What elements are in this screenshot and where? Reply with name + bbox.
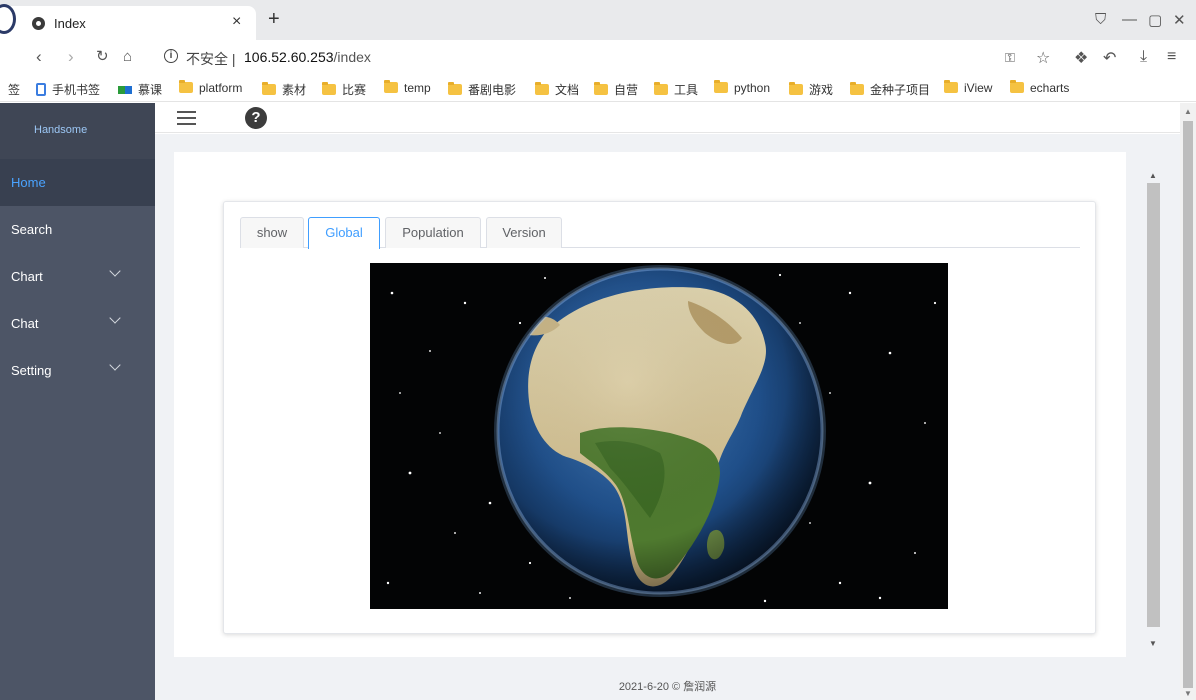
close-window-button[interactable]: ✕: [1173, 11, 1186, 29]
bookmark-folder[interactable]: 比赛: [322, 81, 366, 98]
info-icon[interactable]: i: [164, 49, 178, 63]
home-icon[interactable]: ⌂: [123, 48, 132, 66]
maximize-button[interactable]: ▢: [1148, 11, 1162, 29]
bookmarks-bar: 签 手机书签 慕课 platform 素材 比赛 temp 番剧电影 文档 自营…: [0, 76, 1196, 102]
address-bar: ‹ › ↻ ⌂ i 不安全 | 106.52.60.253/index ⚿ ☆ …: [0, 40, 1196, 76]
sidebar-item-search[interactable]: Search: [0, 206, 155, 253]
bookmark-folder[interactable]: platform: [179, 80, 242, 95]
panel-scrollbar[interactable]: ▲ ▼: [1143, 167, 1161, 672]
folder-icon: [944, 80, 958, 93]
browser-tab-strip: Index × + ⛉ — ▢ ✕: [0, 0, 1196, 40]
brand-header: Handsome: [0, 103, 155, 159]
bookmark-folder[interactable]: iView: [944, 80, 992, 95]
sidebar-item-label: Home: [11, 175, 46, 190]
bookmark-folder[interactable]: echarts: [1010, 80, 1069, 95]
sidebar-item-label: Chart: [11, 269, 43, 284]
star-icon[interactable]: ☆: [1036, 48, 1050, 68]
bookmark-folder[interactable]: python: [714, 80, 770, 95]
folder-icon: [1010, 80, 1024, 93]
mooc-icon: [118, 86, 132, 94]
sidebar-item-label: Search: [11, 222, 53, 237]
bookmark-folder[interactable]: 金种子项目: [850, 81, 930, 98]
menu-icon[interactable]: ≡: [1167, 48, 1176, 66]
scrollbar-thumb[interactable]: [1147, 183, 1160, 627]
tab-title: Index: [54, 16, 86, 31]
folder-icon: [179, 80, 193, 93]
globe-view[interactable]: [370, 263, 948, 609]
back-icon[interactable]: ‹: [36, 48, 42, 66]
footer-text: 2021-6-20 © 詹润源: [618, 681, 717, 693]
brand-name: Handsome: [34, 124, 88, 136]
bookmark-folder[interactable]: 自营: [594, 81, 638, 98]
bookmark-folder[interactable]: 番剧电影: [448, 81, 516, 98]
url-host: 106.52.60.253: [244, 49, 334, 65]
sidebar-item-setting[interactable]: Setting: [0, 347, 155, 394]
key-icon[interactable]: ⚿: [1005, 50, 1015, 66]
scroll-up-icon[interactable]: ▲: [1149, 171, 1157, 180]
bookmark-folder[interactable]: 游戏: [789, 81, 833, 98]
browser-tab[interactable]: Index ×: [0, 4, 256, 40]
bookmark-mobile[interactable]: 手机书签: [36, 81, 100, 98]
bookmark-mooc[interactable]: 慕课: [118, 81, 162, 98]
download-icon[interactable]: ⤓: [1140, 48, 1147, 66]
page-scrollbar[interactable]: ▲ ▼: [1180, 103, 1196, 700]
security-label[interactable]: 不安全 |: [186, 49, 236, 69]
folder-icon: [322, 82, 336, 95]
bookmark-folder[interactable]: 工具: [654, 81, 698, 98]
folder-icon: [448, 82, 462, 95]
sidebar-item-label: Setting: [11, 363, 52, 378]
url-field[interactable]: 106.52.60.253/index: [244, 49, 371, 65]
new-tab-button[interactable]: +: [268, 9, 280, 29]
phone-icon: [36, 83, 46, 96]
folder-icon: [384, 80, 398, 93]
folder-icon: [262, 82, 276, 95]
help-icon[interactable]: ?: [245, 107, 267, 129]
bookmark-folder[interactable]: 素材: [262, 81, 306, 98]
earth-globe-image: [386, 265, 937, 603]
minimize-button[interactable]: —: [1122, 11, 1137, 28]
scroll-down-icon[interactable]: ▼: [1184, 689, 1192, 698]
tab-favicon-icon: [32, 17, 45, 30]
shield-icon[interactable]: ⛉: [1095, 11, 1106, 28]
reload-icon[interactable]: ↻: [96, 48, 109, 66]
sidebar-item-chart[interactable]: Chart: [0, 253, 155, 300]
folder-icon: [850, 82, 864, 95]
chevron-down-icon: [109, 359, 121, 371]
tab-population[interactable]: Population: [385, 217, 481, 248]
undo-icon[interactable]: ↶: [1103, 48, 1116, 68]
hamburger-menu-icon[interactable]: [177, 111, 196, 125]
scroll-down-icon[interactable]: ▼: [1149, 639, 1157, 648]
scrollbar-thumb[interactable]: [1183, 121, 1193, 688]
folder-icon: [789, 82, 803, 95]
top-header: ?: [155, 103, 1180, 133]
chevron-down-icon: [109, 312, 121, 324]
sidebar: Handsome Home Search Chart Chat Setting: [0, 103, 155, 700]
scroll-up-icon[interactable]: ▲: [1184, 107, 1192, 116]
bookmark-folder[interactable]: temp: [384, 80, 431, 95]
browser-logo-icon: [0, 4, 16, 34]
chevron-down-icon: [109, 265, 121, 277]
tab-version[interactable]: Version: [486, 217, 562, 248]
tab-close-icon[interactable]: ×: [232, 13, 241, 31]
bookmark-folder[interactable]: 文档: [535, 81, 579, 98]
folder-icon: [654, 82, 668, 95]
tab-show[interactable]: show: [240, 217, 304, 248]
url-path: /index: [333, 49, 371, 65]
folder-icon: [535, 82, 549, 95]
sidebar-item-home[interactable]: Home: [0, 159, 155, 206]
forward-icon[interactable]: ›: [68, 48, 74, 66]
sidebar-item-chat[interactable]: Chat: [0, 300, 155, 347]
folder-icon: [714, 80, 728, 93]
extensions-icon[interactable]: ❖: [1074, 48, 1088, 68]
folder-icon: [594, 82, 608, 95]
tab-global[interactable]: Global: [308, 217, 380, 249]
bookmark-item[interactable]: 签: [8, 81, 20, 98]
sidebar-item-label: Chat: [11, 316, 39, 331]
